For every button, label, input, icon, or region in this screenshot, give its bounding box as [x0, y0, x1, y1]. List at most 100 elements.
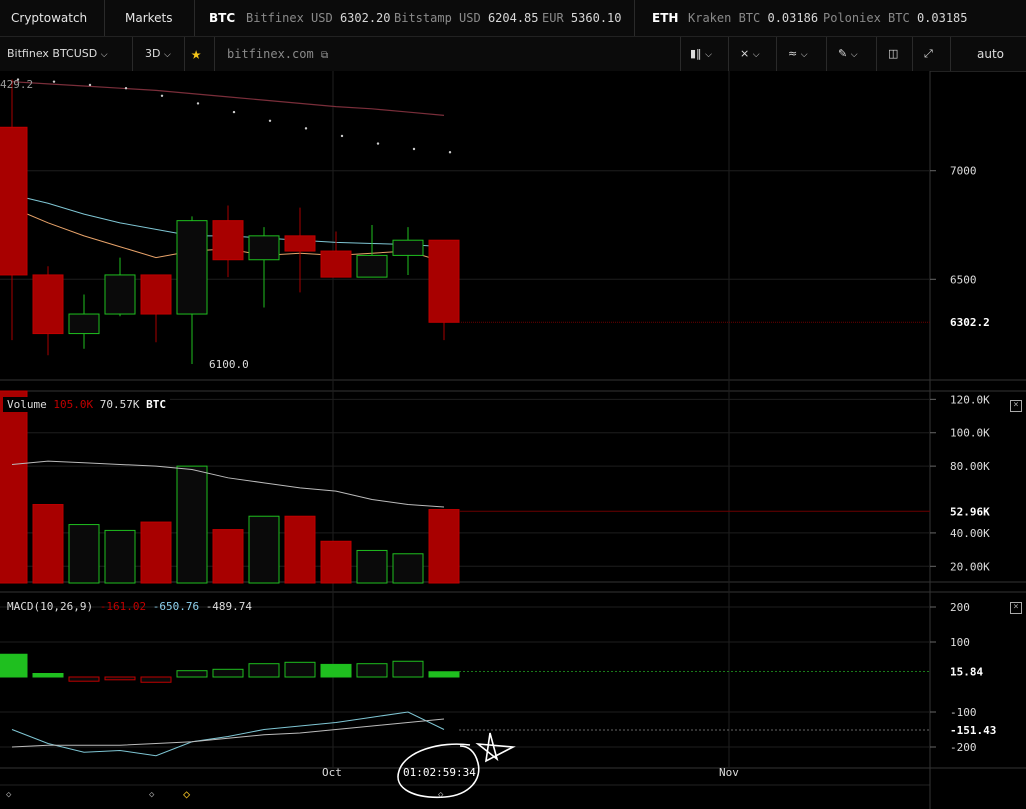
exchange-link[interactable]: bitfinex.com ⧉: [227, 37, 328, 71]
candlestick-icon: ▮‖: [690, 47, 702, 60]
chart-area[interactable]: 7000 6500 6302.2 120.0K 100.0K 80.00K 40.00K 2…: [0, 71, 1026, 809]
volume-tick-label: 40.00K: [950, 527, 990, 540]
volume-bar: [320, 540, 352, 584]
indicators-button[interactable]: ⨯ ⌵: [740, 37, 760, 71]
price-panel-bg: [0, 71, 930, 379]
btc-label[interactable]: BTC: [209, 0, 235, 36]
market-selector-label: Bitfinex BTCUSD: [7, 47, 98, 60]
divider: [776, 37, 777, 71]
divider: [876, 37, 877, 71]
ticker-eur[interactable]: EUR 5360.10: [542, 0, 622, 36]
eth-label[interactable]: ETH: [652, 0, 678, 36]
external-link-icon: ⧉: [320, 50, 329, 61]
candle-body: [68, 313, 100, 335]
ticker-price: 0.03185: [916, 11, 968, 25]
chevron-down-icon: ⌵: [850, 50, 858, 60]
ticker-bitfinex-usd[interactable]: Bitfinex USD 6302.20: [246, 0, 391, 36]
macd-histogram-bar: [68, 676, 100, 682]
divider: [634, 0, 635, 36]
event-marker-icon[interactable]: ◇: [438, 790, 444, 800]
sar-dot: [412, 147, 416, 151]
volume-legend-value-1: 105.0K: [53, 398, 94, 411]
ticker-poloniex-btc[interactable]: Poloniex BTC 0.03185: [823, 0, 968, 36]
ticker-exchange: Bitstamp USD: [394, 11, 481, 25]
volume-legend-unit: BTC: [146, 398, 166, 411]
macd-histogram-bar: [32, 673, 64, 678]
period-selector-label: 3D: [145, 47, 161, 60]
candle-body: [104, 274, 136, 315]
ticker-price: 6302.20: [339, 11, 391, 25]
macd-tick-label: -200: [950, 741, 977, 754]
last-volume-label: 52.96K: [950, 505, 990, 518]
brand-logo[interactable]: Cryptowatch: [11, 0, 87, 36]
macd-histogram-bar: [392, 660, 424, 678]
macd-histogram-bar: [428, 671, 460, 678]
star-icon[interactable]: ★: [191, 37, 201, 71]
volume-bar: [356, 549, 388, 584]
sar-dot: [376, 142, 380, 145]
candle-body: [176, 220, 208, 315]
scale-mode-button[interactable]: auto: [977, 37, 1004, 71]
crossed-lines-icon: ⨯: [740, 47, 750, 60]
divider: [194, 0, 195, 36]
ticker-exchange: Kraken BTC: [688, 11, 761, 25]
macd-tick-label: -100: [950, 706, 977, 719]
macd-legend: MACD(10,26,9) -161.02 -650.76 -489.74: [7, 600, 252, 613]
volume-legend: Volume 105.0K 70.57K BTC: [3, 397, 170, 412]
volume-legend-value-2: 70.57K: [99, 398, 140, 411]
overlay-button[interactable]: ≈ ⌵: [788, 37, 808, 71]
volume-bar: [104, 529, 136, 584]
candle-style-button[interactable]: ▮‖ ⌵: [690, 37, 712, 71]
last-hist-label: 15.84: [950, 665, 983, 678]
macd-legend-value-2: -650.76: [152, 600, 200, 613]
macd-histogram-bar: [212, 668, 244, 678]
close-macd-icon[interactable]: ×: [1010, 602, 1022, 614]
macd-histogram-bar: [140, 676, 172, 683]
candle-body: [284, 235, 316, 252]
ticker-exchange: EUR: [542, 11, 564, 25]
draw-tool-button[interactable]: ✎ ⌵: [838, 37, 858, 71]
price-high-label: 429.2: [0, 78, 34, 91]
volume-bar: [392, 553, 424, 584]
chevron-down-icon: ⌵: [752, 50, 760, 60]
volume-bar: [428, 509, 460, 584]
divider: [826, 37, 827, 71]
sar-dot: [124, 87, 128, 90]
candle-body: [356, 254, 388, 278]
period-selector[interactable]: 3D ⌵: [145, 37, 171, 71]
divider: [104, 0, 105, 36]
sar-dot: [340, 134, 344, 138]
x-tick-oct: Oct: [322, 766, 342, 779]
line-chart-icon: ≈: [788, 47, 798, 60]
ticker-kraken-btc[interactable]: Kraken BTC 0.03186: [688, 0, 818, 36]
ticker-bitstamp-usd[interactable]: Bitstamp USD 6204.85: [394, 0, 539, 36]
volume-tick-label: 120.0K: [950, 393, 990, 406]
sar-dot: [52, 80, 56, 83]
volume-bar: [140, 521, 172, 584]
event-marker-icon[interactable]: ◇: [149, 790, 155, 800]
fullscreen-icon[interactable]: ⤢: [924, 37, 933, 71]
markets-link[interactable]: Markets: [125, 0, 173, 36]
exchange-link-label: bitfinex.com: [227, 47, 314, 61]
ticker-price: 0.03186: [767, 11, 819, 25]
event-marker-icon[interactable]: ◇: [6, 790, 12, 800]
volume-bar: [248, 515, 280, 584]
last-macd-label: -151.43: [950, 724, 996, 737]
candle-body: [0, 126, 28, 276]
macd-tick-label: 100: [950, 636, 970, 649]
macd-histogram-bar: [248, 663, 280, 678]
macd-legend-label: MACD(10,26,9): [7, 600, 94, 613]
sar-dot: [196, 102, 200, 105]
volume-panel-bg: [0, 389, 930, 583]
market-selector[interactable]: Bitfinex BTCUSD ⌵: [7, 37, 108, 71]
candle-body: [392, 239, 424, 256]
price-low-label: 6100.0: [209, 358, 249, 371]
divider: [950, 37, 951, 71]
volume-bar: [0, 390, 28, 584]
chart-toolbar: Bitfinex BTCUSD ⌵ 3D ⌵ ★ bitfinex.com ⧉ …: [0, 37, 1026, 72]
close-volume-icon[interactable]: ×: [1010, 400, 1022, 412]
sar-dot: [160, 94, 164, 97]
chart-box-icon[interactable]: ◫: [888, 37, 898, 71]
event-marker-icon[interactable]: ◇: [183, 787, 191, 801]
volume-axis: 120.0K 100.0K 80.00K 40.00K 20.00K 52.96K: [930, 393, 990, 573]
